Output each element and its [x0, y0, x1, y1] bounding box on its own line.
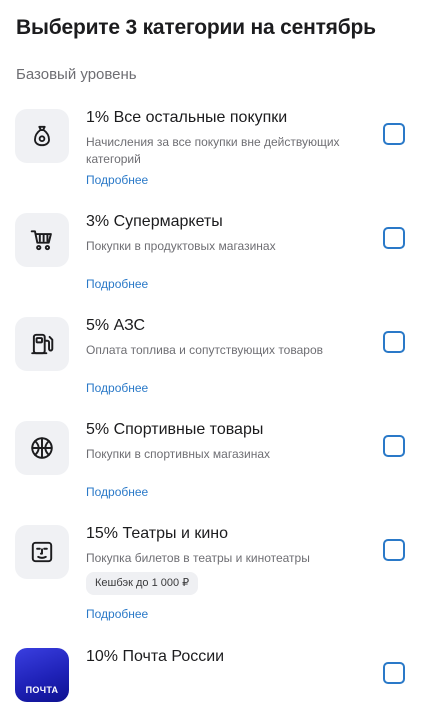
theater-mask-icon: [31, 541, 53, 563]
category-icon-box: [15, 525, 69, 579]
category-checkbox[interactable]: [383, 331, 405, 353]
more-link[interactable]: Подробнее: [86, 173, 148, 187]
basketball-icon: [31, 437, 53, 459]
category-description: Покупки в спортивных магазинах: [86, 447, 271, 461]
more-link[interactable]: Подробнее: [86, 277, 148, 291]
category-title: 5% АЗС: [86, 317, 146, 334]
category-checkbox[interactable]: [383, 227, 405, 249]
category-description: Начисления за все покупки вне действующи…: [86, 135, 340, 166]
category-checkbox[interactable]: [383, 539, 405, 561]
category-description: Оплата топлива и сопутствующих товаров: [86, 343, 323, 357]
category-description: Покупка билетов в театры и кинотеатры: [86, 551, 310, 565]
category-description: Покупки в продуктовых магазинах: [86, 239, 276, 253]
fuel-pump-icon: [31, 333, 54, 355]
category-checkbox[interactable]: [383, 662, 405, 684]
more-link[interactable]: Подробнее: [86, 607, 148, 621]
category-icon-box: [15, 109, 69, 163]
category-title: 1% Все остальные покупки: [86, 109, 288, 126]
category-title: 3% Супермаркеты: [86, 213, 223, 230]
cashback-limit-badge: Кешбэк до 1 000 ₽: [86, 572, 199, 595]
more-link[interactable]: Подробнее: [86, 485, 148, 499]
category-title: 10% Почта России: [86, 648, 225, 665]
shopping-cart-icon: [30, 230, 52, 251]
category-title: 5% Спортивные товары: [86, 421, 264, 438]
category-checkbox[interactable]: [383, 435, 405, 457]
category-icon-box: [15, 317, 69, 371]
category-title: 15% Театры и кино: [86, 525, 229, 542]
page-title: Выберите 3 категории на сентябрь: [16, 16, 376, 39]
category-icon-box: [15, 213, 69, 267]
category-checkbox[interactable]: [383, 123, 405, 145]
category-icon-box: [15, 421, 69, 475]
section-title: Базовый уровень: [16, 66, 137, 83]
more-link[interactable]: Подробнее: [86, 381, 148, 395]
money-bag-icon: [34, 125, 50, 147]
